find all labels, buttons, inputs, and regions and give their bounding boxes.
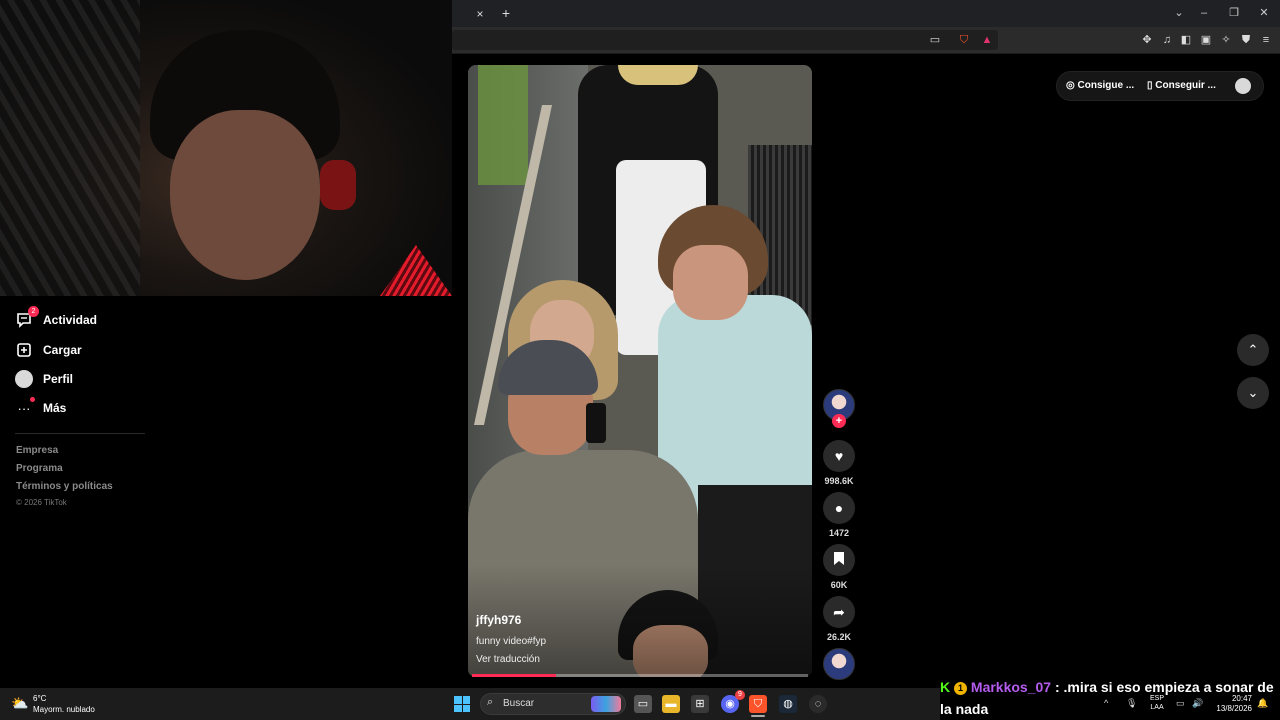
- sidebar-item-label: Perfil: [43, 372, 74, 386]
- share-count: 26.2K: [826, 632, 852, 642]
- comment-count: 1472: [828, 528, 850, 538]
- music-icon[interactable]: ♫: [1159, 32, 1175, 48]
- comment-button[interactable]: ●: [823, 492, 855, 524]
- sidebar-item-activity[interactable]: 2 Actividad: [15, 306, 98, 331]
- active-app-indicator: [751, 715, 765, 717]
- brave-rewards-icon[interactable]: ▲: [979, 32, 995, 48]
- extensions-icon[interactable]: ✥: [1139, 32, 1155, 48]
- sidebar-item-label: Actividad: [43, 313, 98, 327]
- sidebar-item-upload[interactable]: Cargar: [15, 339, 82, 361]
- sidebar-item-more[interactable]: ··· Más: [15, 397, 66, 419]
- url-field[interactable]: [452, 30, 998, 50]
- headset: [320, 160, 356, 210]
- sidebar-divider: [15, 433, 145, 434]
- profile-avatar: [15, 370, 33, 388]
- video-progress-fill: [472, 674, 556, 677]
- coin-icon: ◎: [1066, 80, 1075, 91]
- chevron-up-icon: ⌃: [1247, 342, 1259, 357]
- sound-avatar[interactable]: [823, 648, 855, 680]
- activity-badge: 2: [28, 306, 39, 317]
- upload-icon: [15, 341, 33, 359]
- get-coins-label: Consigue ...: [1077, 80, 1135, 91]
- get-app-label: Conseguir ...: [1155, 80, 1216, 91]
- tab-close-button[interactable]: ×: [472, 6, 488, 22]
- discord-icon[interactable]: 9 ◉: [721, 690, 745, 713]
- tab-search-button[interactable]: ⌄: [1169, 5, 1189, 21]
- steam-icon[interactable]: ◍: [779, 695, 797, 713]
- webcam-overlay: [0, 0, 452, 296]
- like-button[interactable]: ♥: [823, 440, 855, 472]
- footer-link-programa[interactable]: Programa: [16, 463, 63, 474]
- get-app-button[interactable]: ▯ Conseguir ...: [1147, 80, 1216, 91]
- share-icon: ➦: [833, 603, 845, 620]
- previous-video-button[interactable]: ⌃: [1237, 334, 1269, 366]
- maximize-button[interactable]: ❐: [1224, 5, 1244, 21]
- browser-tab-bar: [452, 0, 1280, 27]
- store-icon[interactable]: ⊞: [691, 695, 709, 713]
- subscriber-badge: 1: [954, 682, 968, 695]
- share-button[interactable]: ➦: [823, 596, 855, 628]
- video-description: funny video#fyp: [476, 636, 547, 647]
- minimize-button[interactable]: –: [1194, 5, 1214, 21]
- activity-icon: 2: [15, 306, 39, 329]
- get-coins-button[interactable]: ◎ Consigue ...: [1066, 80, 1134, 91]
- like-count: 998.6K: [824, 476, 854, 486]
- close-window-button[interactable]: ✕: [1254, 5, 1274, 21]
- search-highlight-image: [591, 696, 621, 712]
- video-username[interactable]: jffyh976: [476, 613, 521, 627]
- screen: × + ⌄ – ❐ ✕ ▭ ⛉ ▲ ✥ ♫ ◧ ▣ ✧ ⛊ ≡ 2 Activi…: [0, 0, 1280, 720]
- task-view-icon[interactable]: ▭: [634, 695, 652, 713]
- sidebar-icon[interactable]: ◧: [1178, 32, 1194, 48]
- comment-icon: ●: [834, 500, 844, 516]
- wallet-icon[interactable]: ▣: [1198, 32, 1214, 48]
- save-button[interactable]: [823, 544, 855, 576]
- bookmark-icon: [834, 552, 844, 568]
- save-count: 60K: [830, 580, 848, 590]
- brave-shield-icon[interactable]: ⛉: [956, 32, 972, 48]
- video-progress-bar[interactable]: [472, 674, 808, 677]
- weather-temperature[interactable]: 6°C: [33, 694, 46, 703]
- obs-icon[interactable]: ◌: [809, 695, 827, 713]
- chat-username: Markkos_07: [970, 679, 1052, 695]
- footer-link-empresa[interactable]: Empresa: [16, 445, 58, 456]
- follow-button[interactable]: +: [832, 414, 846, 428]
- cloud-icon[interactable]: ⛅: [11, 695, 31, 711]
- new-tab-button[interactable]: +: [498, 5, 514, 21]
- sidebar-item-label: Cargar: [43, 343, 82, 357]
- sidebar-item-profile[interactable]: Perfil: [15, 368, 73, 390]
- translate-link[interactable]: Ver traducción: [476, 654, 540, 665]
- kick-badge: K: [940, 679, 951, 695]
- video-player[interactable]: [468, 65, 812, 677]
- file-explorer-icon[interactable]: ▬: [662, 695, 680, 713]
- brave-browser-icon[interactable]: ⛉: [749, 695, 767, 713]
- windows-taskbar: [0, 688, 940, 720]
- more-icon: ···: [15, 397, 35, 417]
- user-avatar[interactable]: [1235, 78, 1251, 94]
- heart-icon: ♥: [834, 448, 844, 464]
- next-video-button[interactable]: ⌄: [1237, 377, 1269, 409]
- footer-link-terms[interactable]: Términos y políticas: [16, 481, 113, 492]
- phone-icon: ▯: [1147, 80, 1153, 91]
- leo-ai-icon[interactable]: ✧: [1218, 32, 1234, 48]
- weather-description[interactable]: Mayorm. nublado: [33, 705, 95, 714]
- search-icon: ⌕: [487, 696, 494, 708]
- sidebar-item-label: Más: [43, 401, 67, 415]
- windows-start-button[interactable]: [454, 696, 470, 712]
- copyright: © 2026 TikTok: [16, 498, 67, 507]
- chat-separator: :: [1054, 679, 1060, 695]
- chevron-down-icon: ⌄: [1247, 385, 1259, 400]
- menu-icon[interactable]: ≡: [1258, 32, 1274, 48]
- cast-icon[interactable]: ▭: [927, 32, 943, 48]
- vpn-shield-icon[interactable]: ⛊: [1238, 32, 1254, 48]
- stream-chat-message: K 1 Markkos_07 : .mira si eso empieza a …: [940, 676, 1280, 720]
- search-placeholder: Buscar: [503, 698, 535, 709]
